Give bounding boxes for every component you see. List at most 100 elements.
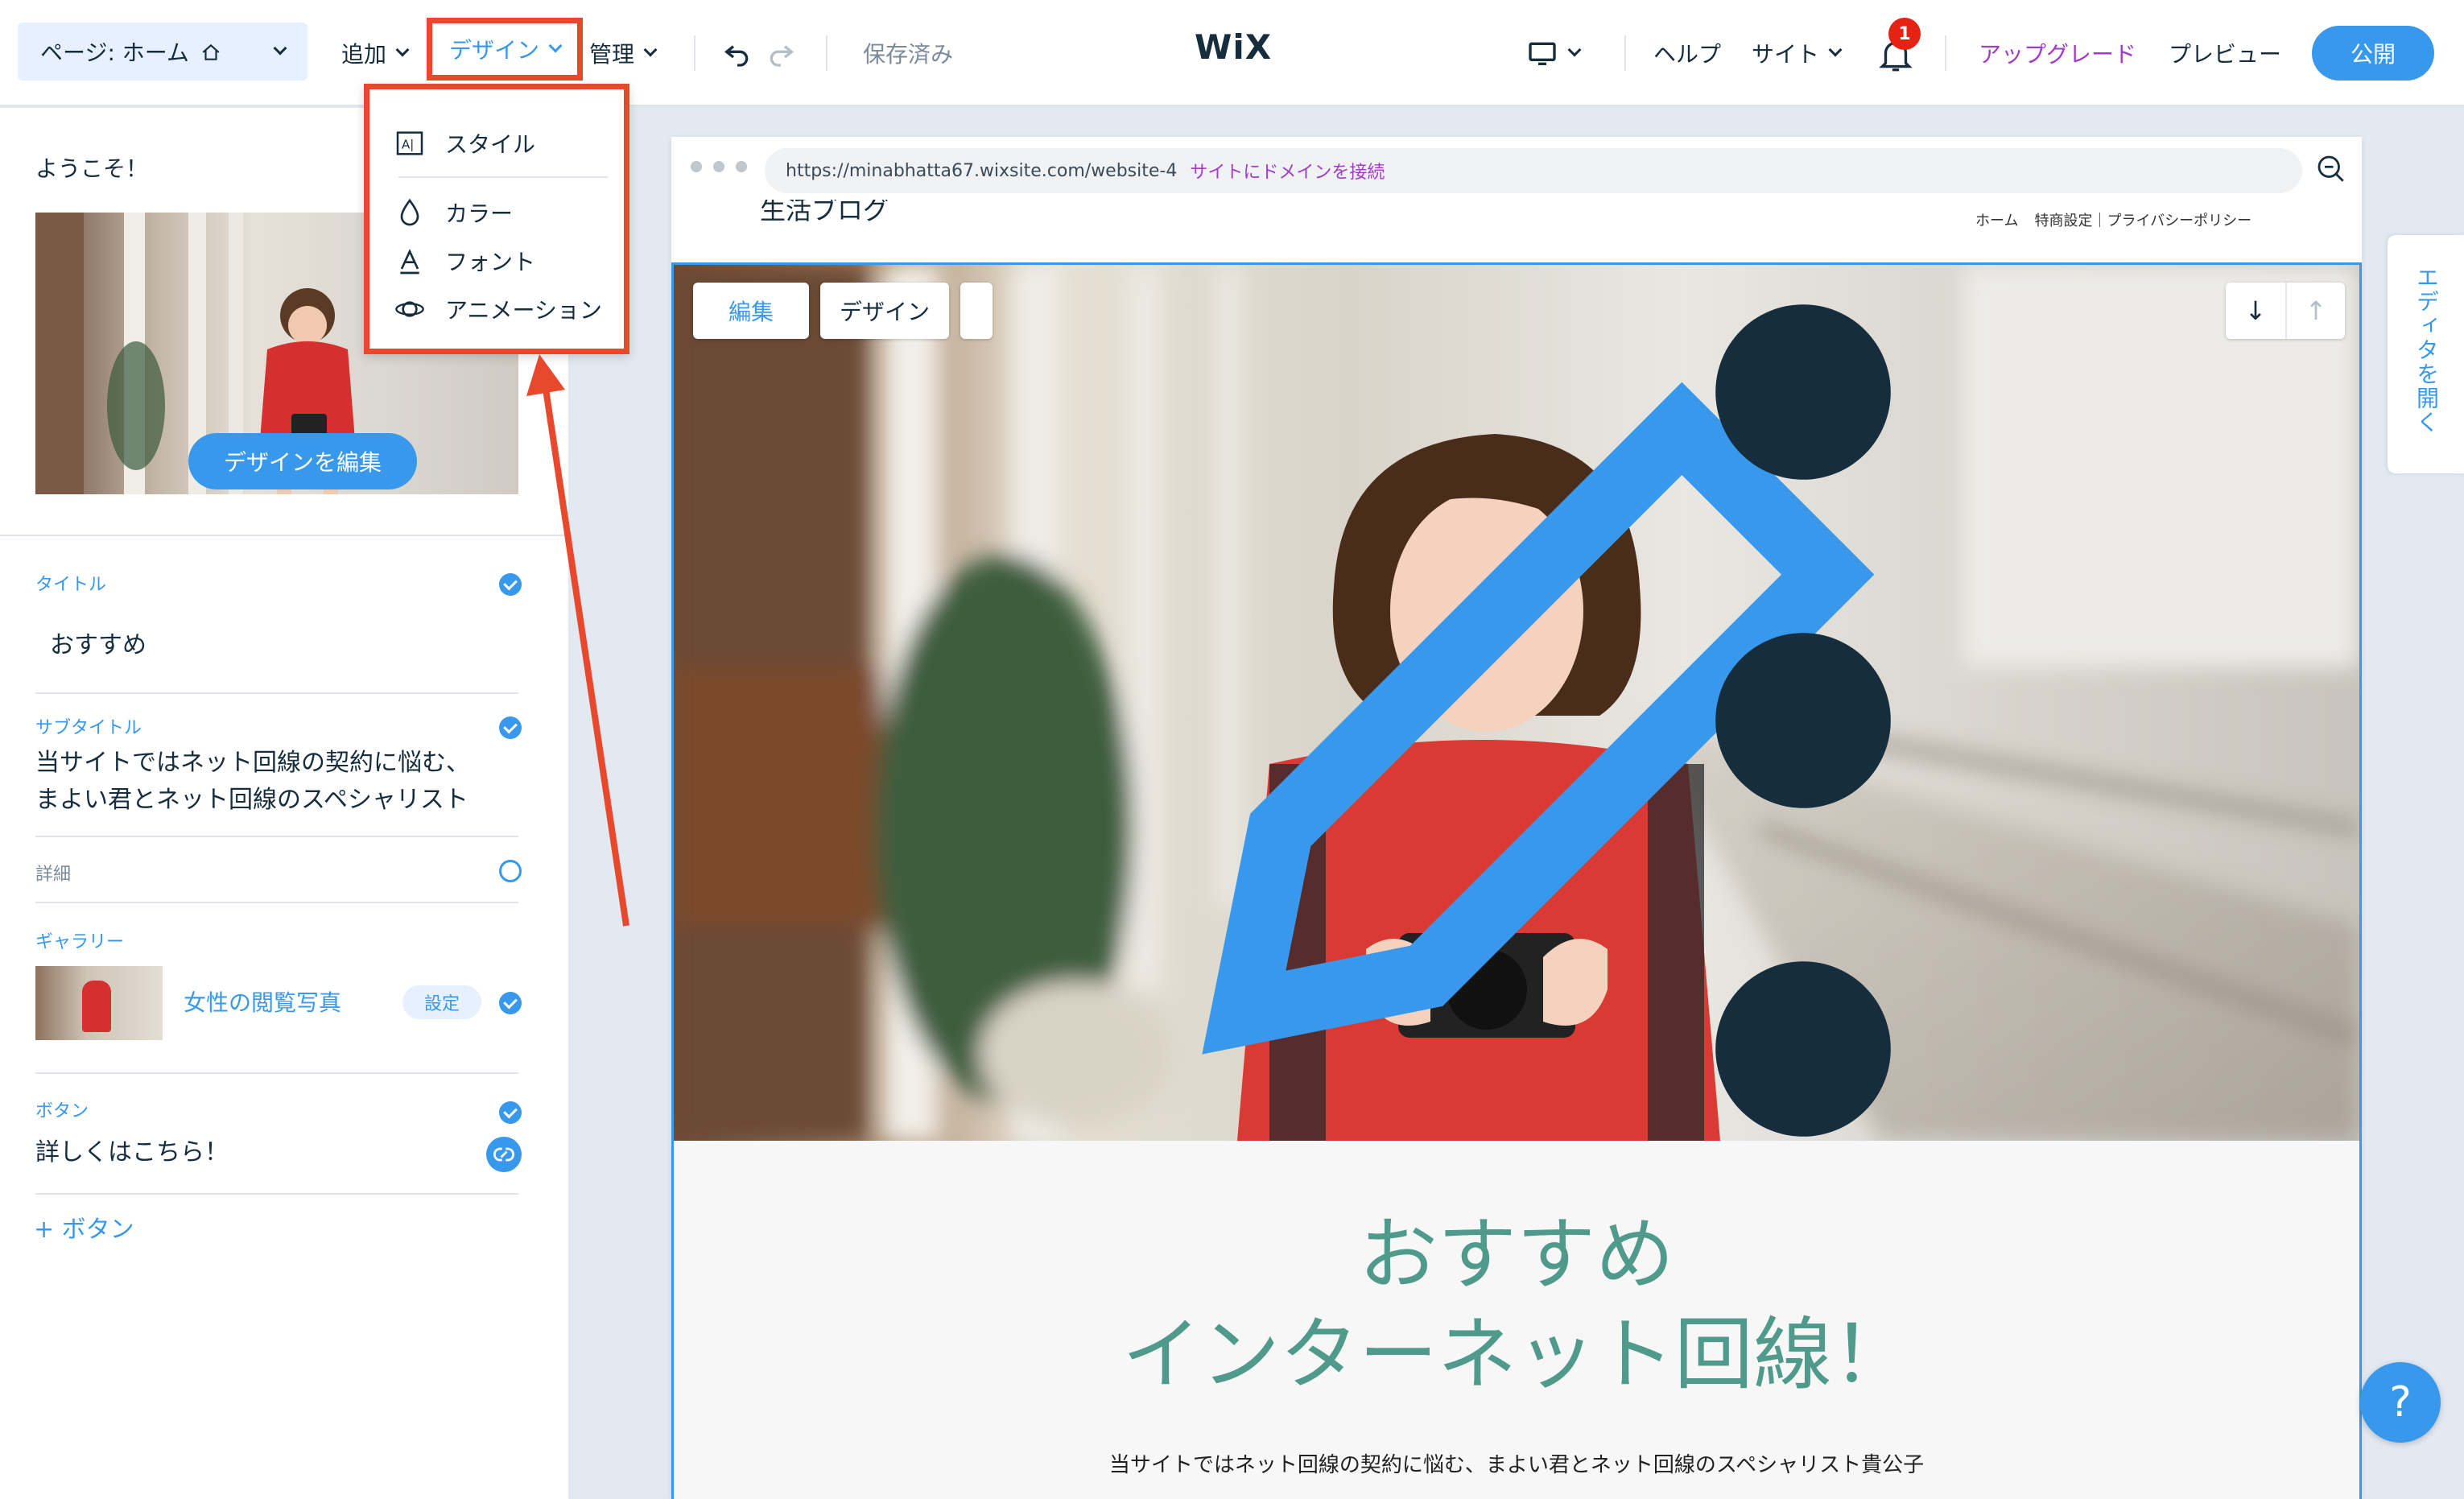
gallery-check-icon[interactable] <box>499 992 522 1014</box>
subtitle-line-2[interactable]: まよい君とネット回線のスペシャリスト <box>35 781 468 820</box>
hero-design-button[interactable]: デザイン <box>820 283 949 339</box>
divider <box>398 176 608 178</box>
hero-edit-button[interactable]: 編集 <box>693 283 1875 1055</box>
upgrade-link[interactable]: アップグレード <box>1979 0 2136 106</box>
zoom-out-icon[interactable] <box>2313 151 2347 185</box>
move-up-button[interactable]: ↑ <box>2285 283 2345 339</box>
site-nav: ホーム 特商設定｜プライバシーポリシー <box>1975 209 2251 230</box>
headline-line-1[interactable]: おすすめ <box>674 1205 2359 1305</box>
page-select-label: ページ: ホーム <box>40 39 189 66</box>
title-field[interactable]: おすすめ <box>50 626 147 665</box>
divider <box>1624 35 1626 71</box>
move-arrows: ↓ ↑ <box>2226 283 2345 339</box>
divider <box>826 35 828 71</box>
font-icon <box>400 249 419 275</box>
subtitle-label: サブタイトル <box>35 718 142 738</box>
move-down-button[interactable]: ↓ <box>2226 283 2285 339</box>
open-editor-label: エディタを開く <box>2413 266 2440 435</box>
button-check-icon[interactable] <box>499 1101 522 1124</box>
more-options-button[interactable] <box>960 283 1891 1137</box>
link-button[interactable] <box>486 1137 522 1172</box>
design-menu[interactable]: デザイン <box>427 18 583 81</box>
design-menu-item-label: カラー <box>445 200 514 227</box>
edit-design-button[interactable]: デザインを編集 <box>188 433 417 489</box>
divider <box>694 35 695 71</box>
subtitle-line-1[interactable]: 当サイトではネット回線の契約に悩む、 <box>35 744 470 783</box>
title-label: タイトル <box>35 575 107 595</box>
preview-button[interactable]: プレビュー <box>2169 0 2281 106</box>
browser-bar: https://minabhatta67.wixsite.com/website… <box>671 137 2362 200</box>
connect-domain-link[interactable]: サイトにドメインを接続 <box>1190 158 1385 184</box>
gallery-thumbnail[interactable] <box>35 966 163 1040</box>
help-button[interactable]: ? <box>2360 1362 2441 1443</box>
divider <box>35 692 518 694</box>
chevron-down-icon <box>273 41 287 56</box>
window-dots <box>691 161 747 172</box>
design-menu-item-animation[interactable]: アニメーション <box>394 289 602 329</box>
svg-text:A|: A| <box>402 138 414 152</box>
design-menu-item-label: スタイル <box>445 131 536 158</box>
device-switch[interactable] <box>1526 0 1582 106</box>
divider <box>0 535 568 536</box>
divider <box>1945 35 1946 71</box>
design-menu-item-color[interactable]: カラー <box>394 192 513 233</box>
gallery-item-name[interactable]: 女性の閲覧写真 <box>184 984 341 1022</box>
divider <box>35 1072 518 1074</box>
divider <box>35 902 518 903</box>
design-menu-label: デザイン <box>448 37 539 64</box>
redo-icon <box>770 45 795 67</box>
arrow-up-icon: ↑ <box>2305 295 2327 326</box>
undo-button[interactable] <box>721 0 753 106</box>
wix-logo: WiX <box>1195 27 1273 67</box>
gallery-label: ギャラリー <box>35 932 125 952</box>
hero-strip[interactable]: 編集 デザイン ↓ ↑ おすすめ インターネット回線！ 当サイトではネット回線の… <box>671 262 2362 1499</box>
design-menu-item-style[interactable]: A| スタイル <box>394 123 535 163</box>
notification-badge: 1 <box>1888 18 1921 50</box>
manage-menu-label: 管理 <box>589 41 635 68</box>
site-menu-label: サイト <box>1752 41 1820 68</box>
welcome-heading: ようこそ！ <box>35 155 149 182</box>
desktop-icon <box>1529 42 1556 65</box>
open-editor-tab[interactable]: エディタを開く <box>2388 235 2464 473</box>
chevron-down-icon <box>548 39 563 53</box>
page-select[interactable]: ページ: ホーム <box>18 23 307 81</box>
headline-line-2[interactable]: インターネット回線！ <box>674 1305 2359 1405</box>
site-nav-item-home[interactable]: ホーム <box>1975 209 2018 230</box>
chevron-down-icon <box>1567 43 1582 57</box>
color-drop-icon <box>400 198 419 226</box>
gallery-settings-button[interactable]: 設定 <box>402 985 481 1019</box>
style-icon: A| <box>396 131 423 155</box>
design-menu-item-label: フォント <box>445 249 536 275</box>
chevron-down-icon <box>643 43 658 57</box>
site-header: 生活ブログ ホーム 特商設定｜プライバシーポリシー <box>671 200 2362 251</box>
saved-status: 保存済み <box>863 41 954 68</box>
gallery-figure <box>82 981 111 1032</box>
undo-icon <box>724 45 749 67</box>
annotation-arrow <box>526 354 629 927</box>
publish-button[interactable]: 公開 <box>2312 26 2434 81</box>
chevron-down-icon <box>395 43 410 57</box>
hero-subtext[interactable]: 当サイトではネット回線の契約に悩む、まよい君とネット回線のスペシャリスト貴公子 <box>674 1448 2359 1478</box>
site-canvas: https://minabhatta67.wixsite.com/website… <box>671 137 2362 1499</box>
site-url: https://minabhatta67.wixsite.com/website… <box>786 160 1178 181</box>
add-button-link[interactable]: + ボタン <box>34 1209 134 1245</box>
details-label: 詳細 <box>35 865 72 885</box>
button-text-field[interactable]: 詳しくはこちら！ <box>35 1134 229 1172</box>
design-menu-item-label: アニメーション <box>445 297 602 324</box>
hero-image[interactable]: 編集 デザイン ↓ ↑ <box>674 265 2359 1141</box>
site-menu[interactable]: サイト <box>1752 0 1843 106</box>
arrow-down-icon: ↓ <box>2244 295 2267 326</box>
chevron-down-icon <box>1828 43 1843 57</box>
add-menu-label: 追加 <box>341 41 387 68</box>
design-dropdown: A| スタイル カラー フォント アニメーション <box>364 84 629 354</box>
hero-text-section: おすすめ インターネット回線！ 当サイトではネット回線の契約に悩む、まよい君とネ… <box>674 1141 2359 1499</box>
design-menu-item-font[interactable]: フォント <box>394 241 535 281</box>
animation-icon <box>395 301 424 317</box>
more-vertical-icon <box>1715 304 1891 1137</box>
redo-button[interactable] <box>765 0 797 106</box>
link-icon <box>493 1147 515 1162</box>
divider <box>35 836 518 837</box>
site-logo[interactable]: 生活ブログ <box>760 200 889 227</box>
help-menu[interactable]: ヘルプ <box>1653 0 1721 106</box>
site-nav-item-policy[interactable]: 特商設定｜プライバシーポリシー <box>2034 209 2251 230</box>
